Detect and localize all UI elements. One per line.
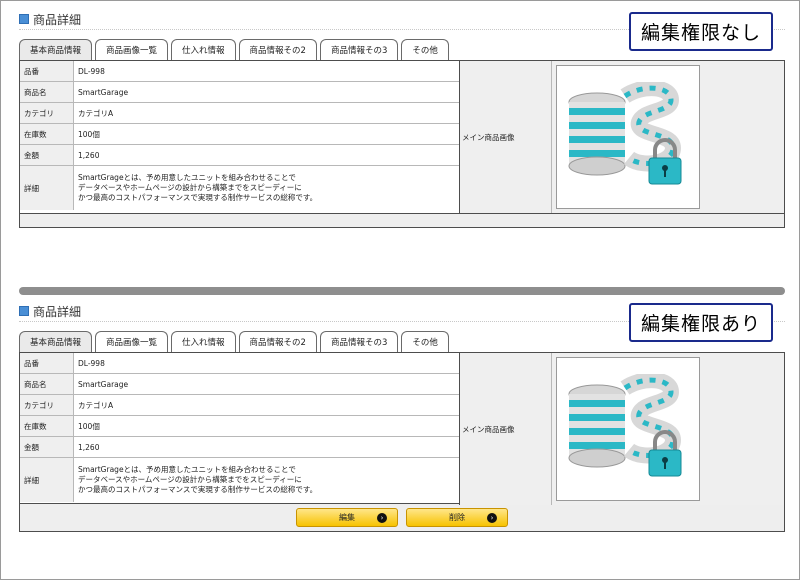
tab-info-3[interactable]: 商品情報その3 <box>319 39 399 60</box>
field-row: カテゴリ カテゴリA <box>20 395 459 416</box>
arrow-circle-right-icon: › <box>487 513 497 523</box>
product-detail-panel-readonly: 商品詳細 編集権限なし 基本商品情報 商品画像一覧 仕入れ情報 商品情報その2 … <box>19 9 785 228</box>
field-value: 1,260 <box>74 145 459 165</box>
detail-text: SmartGrageとは、予め用意したユニットを組み合わせることで データベース… <box>74 166 459 210</box>
main-image-label: メイン商品画像 <box>460 61 552 213</box>
field-row: 金額 1,260 <box>20 437 459 458</box>
detail-table: 品番 DL-998 商品名 SmartGarage カテゴリ カテゴリA 在庫数… <box>19 352 785 505</box>
field-value: カテゴリA <box>74 103 459 123</box>
field-row: 在庫数 100個 <box>20 124 459 145</box>
field-label: 品番 <box>20 353 74 373</box>
tab-basic-info[interactable]: 基本商品情報 <box>19 331 93 352</box>
field-label: 品番 <box>20 61 74 81</box>
tab-info-2[interactable]: 商品情報その2 <box>238 331 317 352</box>
detail-line: データベースやホームページの設計から構築までをスピーディーに <box>78 183 302 192</box>
field-label: 金額 <box>20 437 74 457</box>
field-label: 在庫数 <box>20 124 74 144</box>
tab-other[interactable]: その他 <box>401 331 449 352</box>
field-value: DL-998 <box>74 61 459 81</box>
delete-button[interactable]: 削除 › <box>406 508 508 527</box>
edit-button-label: 編集 <box>339 513 355 522</box>
field-value: カテゴリA <box>74 395 459 415</box>
product-detail-panel-editable: 商品詳細 編集権限あり 基本商品情報 商品画像一覧 仕入れ情報 商品情報その2 … <box>19 301 785 532</box>
field-row: 在庫数 100個 <box>20 416 459 437</box>
field-row: 品番 DL-998 <box>20 353 459 374</box>
field-row-detail: 詳細 SmartGrageとは、予め用意したユニットを組み合わせることで データ… <box>20 166 459 210</box>
field-label: 商品名 <box>20 374 74 394</box>
field-label: 詳細 <box>20 166 74 210</box>
detail-line: SmartGrageとは、予め用意したユニットを組み合わせることで <box>78 465 296 474</box>
field-row: 商品名 SmartGarage <box>20 374 459 395</box>
field-value: DL-998 <box>74 353 459 373</box>
field-label: カテゴリ <box>20 103 74 123</box>
field-value: SmartGarage <box>74 82 459 102</box>
tab-image-list[interactable]: 商品画像一覧 <box>95 331 169 352</box>
footer-bar <box>19 214 785 228</box>
field-row: 商品名 SmartGarage <box>20 82 459 103</box>
detail-line: かつ最高のコストパフォーマンスで実現する制作サービスの総称です。 <box>78 193 318 202</box>
field-row: 金額 1,260 <box>20 145 459 166</box>
tab-info-2[interactable]: 商品情報その2 <box>238 39 317 60</box>
product-image <box>556 65 700 209</box>
field-value: 100個 <box>74 416 459 436</box>
field-label: 金額 <box>20 145 74 165</box>
main-image-label: メイン商品画像 <box>460 353 552 505</box>
field-value: 100個 <box>74 124 459 144</box>
screenshot-frame: 商品詳細 編集権限なし 基本商品情報 商品画像一覧 仕入れ情報 商品情報その2 … <box>0 0 800 580</box>
database-lock-icon <box>568 82 682 185</box>
section-title-text: 商品詳細 <box>33 304 82 319</box>
permission-badge: 編集権限あり <box>628 303 773 342</box>
permission-badge: 編集権限なし <box>628 12 773 51</box>
field-label: カテゴリ <box>20 395 74 415</box>
tab-info-3[interactable]: 商品情報その3 <box>319 331 399 352</box>
edit-button[interactable]: 編集 › <box>296 508 398 527</box>
tab-image-list[interactable]: 商品画像一覧 <box>95 39 169 60</box>
detail-line: かつ最高のコストパフォーマンスで実現する制作サービスの総称です。 <box>78 485 318 494</box>
detail-line: SmartGrageとは、予め用意したユニットを組み合わせることで <box>78 173 296 182</box>
field-value: SmartGarage <box>74 374 459 394</box>
database-lock-icon <box>568 374 682 477</box>
section-title-text: 商品詳細 <box>33 12 82 27</box>
product-image <box>556 357 700 501</box>
field-row: 品番 DL-998 <box>20 61 459 82</box>
detail-table: 品番 DL-998 商品名 SmartGarage カテゴリ カテゴリA 在庫数… <box>19 60 785 214</box>
field-list: 品番 DL-998 商品名 SmartGarage カテゴリ カテゴリA 在庫数… <box>20 61 460 213</box>
square-icon <box>19 14 29 24</box>
tab-basic-info[interactable]: 基本商品情報 <box>19 39 93 60</box>
field-row-detail: 詳細 SmartGrageとは、予め用意したユニットを組み合わせることで データ… <box>20 458 459 502</box>
field-label: 詳細 <box>20 458 74 502</box>
field-row: カテゴリ カテゴリA <box>20 103 459 124</box>
field-value: 1,260 <box>74 437 459 457</box>
arrow-circle-right-icon: › <box>377 513 387 523</box>
field-list: 品番 DL-998 商品名 SmartGarage カテゴリ カテゴリA 在庫数… <box>20 353 460 505</box>
main-image-cell <box>552 353 784 505</box>
field-label: 商品名 <box>20 82 74 102</box>
tab-other[interactable]: その他 <box>401 39 449 60</box>
square-icon <box>19 306 29 316</box>
tab-purchase-info[interactable]: 仕入れ情報 <box>171 331 236 352</box>
action-bar: 編集 › 削除 › <box>19 504 785 532</box>
detail-line: データベースやホームページの設計から構築までをスピーディーに <box>78 475 302 484</box>
main-image-cell <box>552 61 784 213</box>
section-divider <box>19 287 785 295</box>
field-label: 在庫数 <box>20 416 74 436</box>
delete-button-label: 削除 <box>449 513 465 522</box>
tab-purchase-info[interactable]: 仕入れ情報 <box>171 39 236 60</box>
detail-text: SmartGrageとは、予め用意したユニットを組み合わせることで データベース… <box>74 458 459 502</box>
